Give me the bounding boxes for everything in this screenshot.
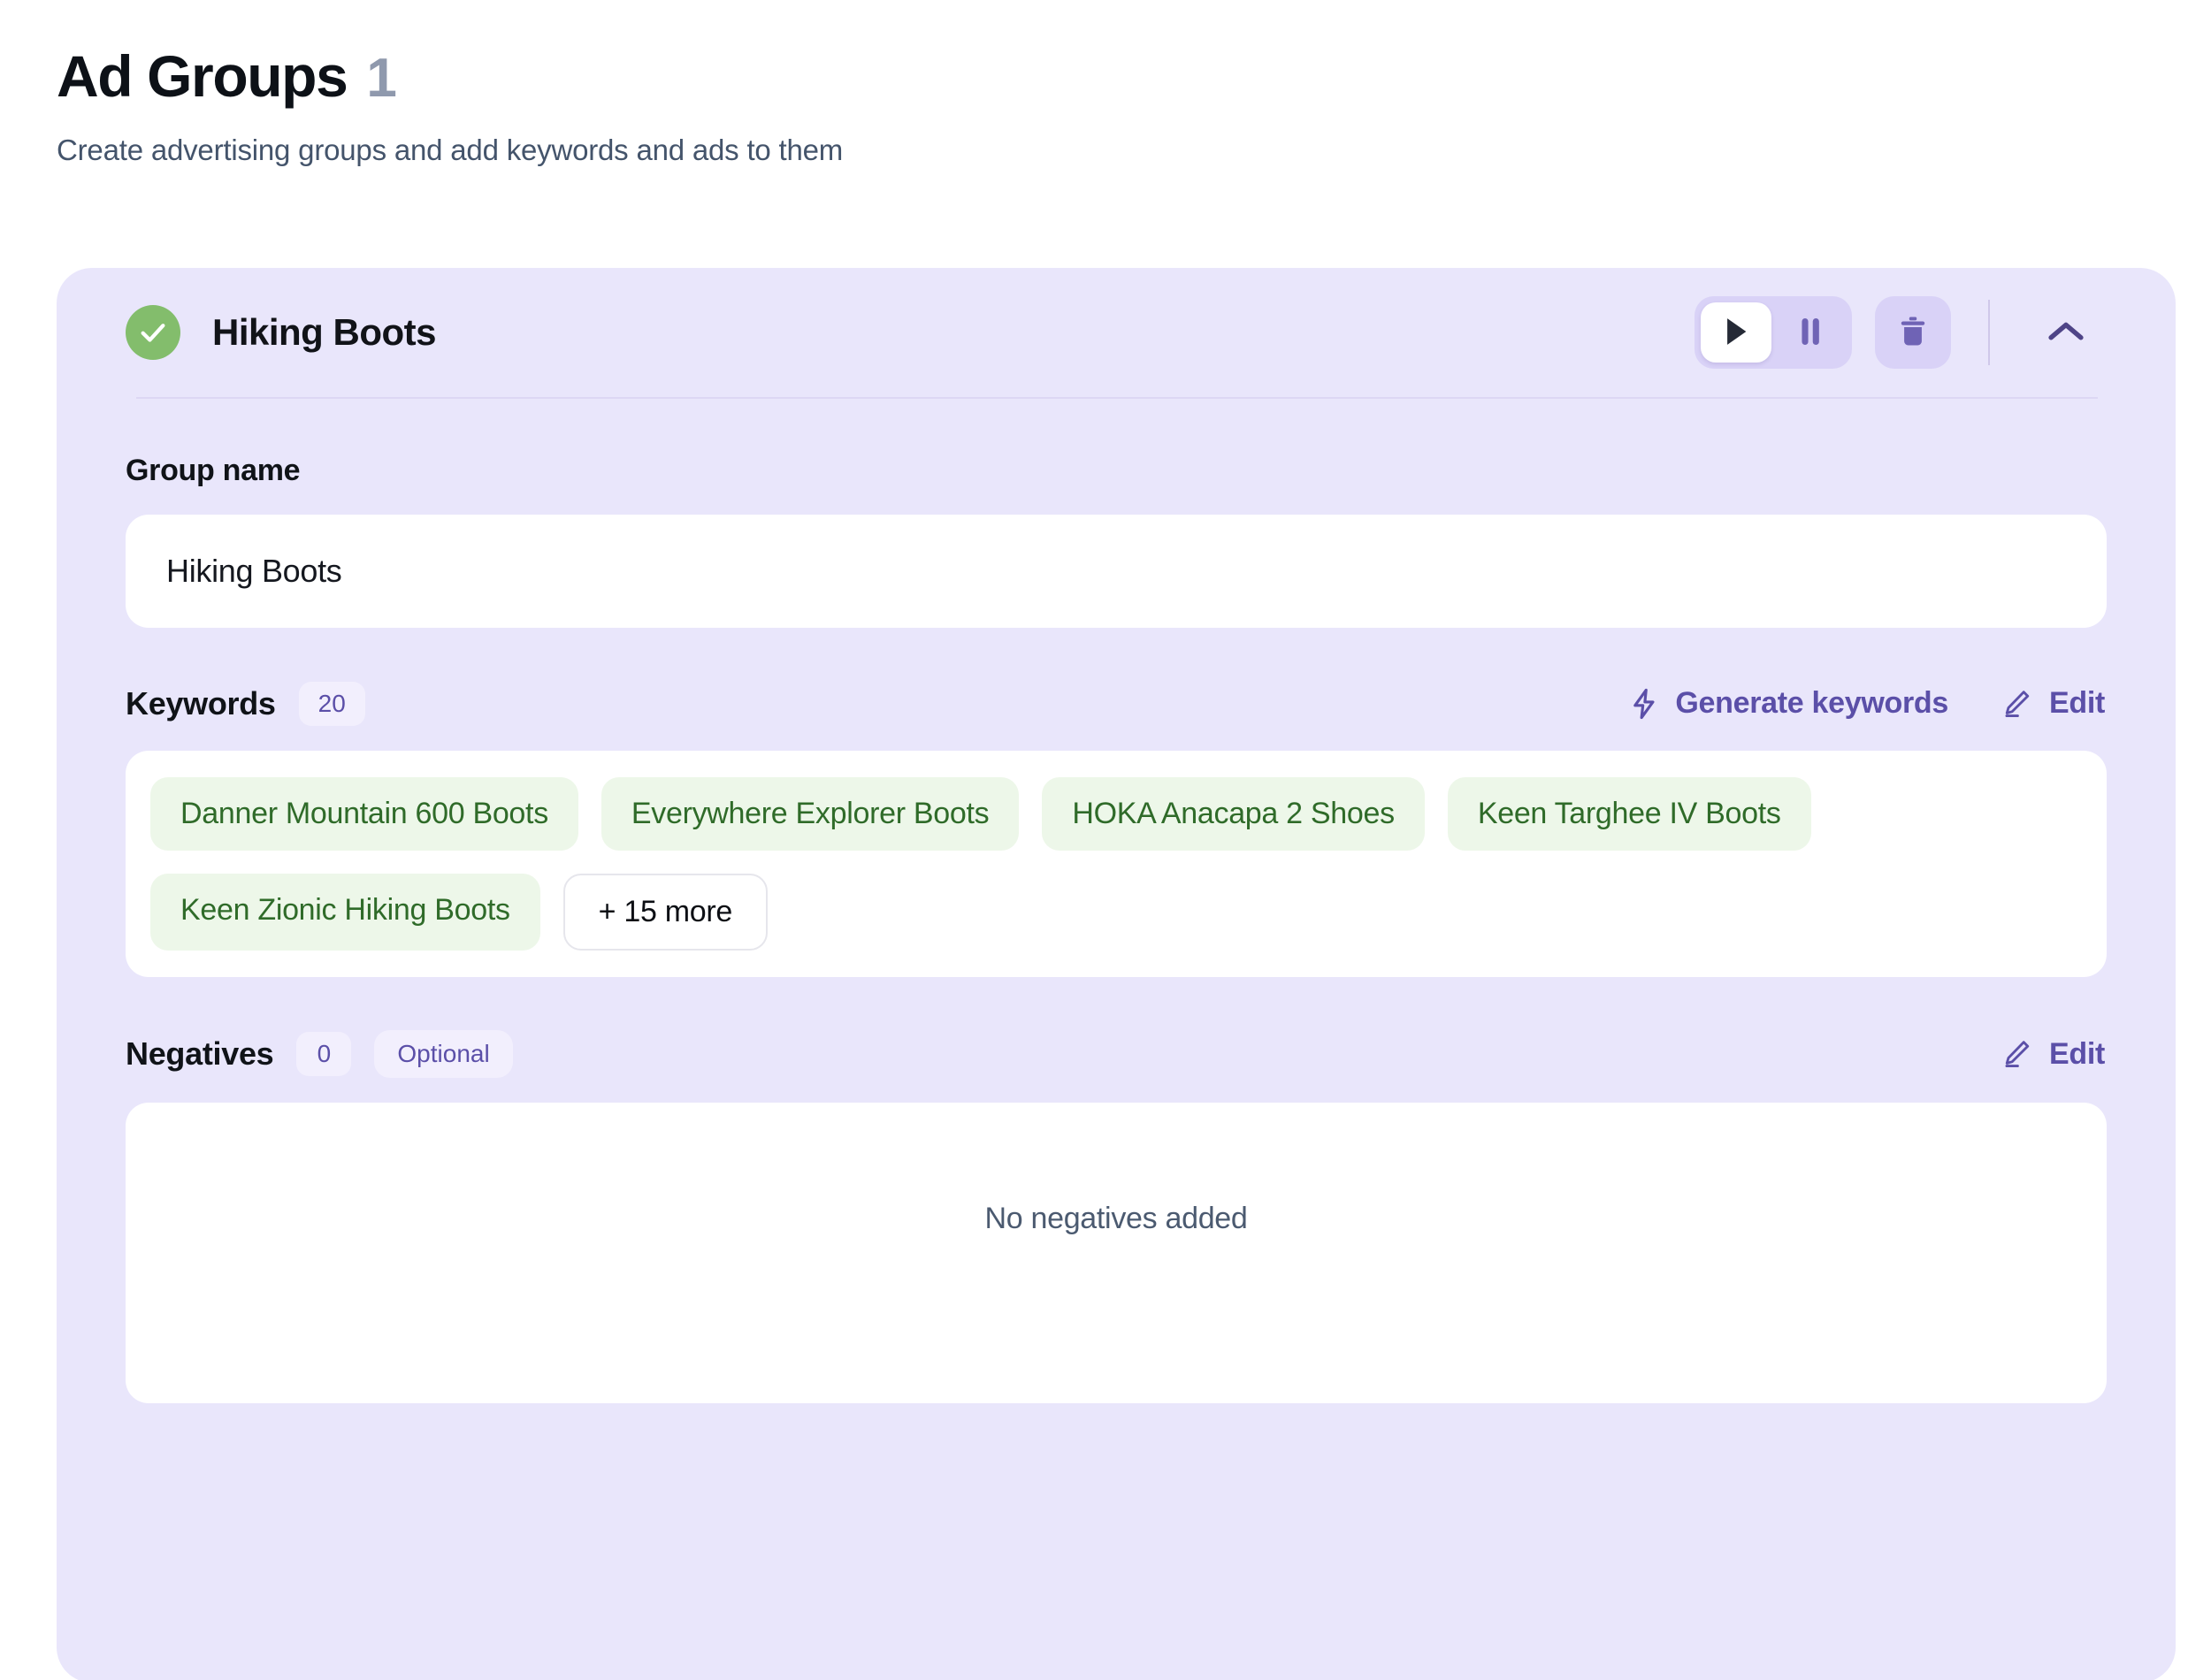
page-header: Ad Groups 1 Create advertising groups an… <box>0 0 2211 167</box>
negatives-count-badge: 0 <box>296 1032 352 1076</box>
negatives-title-group: Negatives 0 Optional <box>126 1030 513 1078</box>
group-name-label: Group name <box>126 454 301 487</box>
negatives-optional-badge: Optional <box>374 1030 513 1078</box>
edit-keywords-label: Edit <box>2048 686 2105 720</box>
check-circle-icon <box>126 305 180 360</box>
edit-negatives-label: Edit <box>2048 1036 2105 1071</box>
negatives-empty-container: No negatives added <box>126 1103 2107 1403</box>
ad-group-card-header: Hiking Boots <box>126 268 2107 397</box>
ad-group-title: Hiking Boots <box>212 311 437 353</box>
ad-group-identity: Hiking Boots <box>126 305 437 360</box>
chevron-up-icon <box>2047 318 2085 347</box>
pause-button[interactable] <box>1775 302 1846 363</box>
page-subtitle: Create advertising groups and add keywor… <box>57 134 844 167</box>
negatives-empty-text: No negatives added <box>984 1202 1248 1235</box>
ad-group-card: Hiking Boots Group name Hiking Boots Key… <box>57 268 2176 1680</box>
trash-icon <box>1897 315 1929 351</box>
page-title: Ad Groups 1 <box>57 43 2211 109</box>
keyword-chip[interactable]: HOKA Anacapa 2 Shoes <box>1042 777 1425 851</box>
page-title-text: Ad Groups <box>57 43 348 109</box>
keywords-count-badge: 20 <box>298 681 365 726</box>
keywords-show-more-button[interactable]: + 15 more <box>562 874 769 951</box>
play-pause-toggle-group <box>1695 296 1852 369</box>
pencil-icon <box>2001 689 2031 719</box>
pause-icon <box>1797 316 1824 350</box>
lightning-bolt-icon <box>1631 688 1657 720</box>
keyword-chip[interactable]: Danner Mountain 600 Boots <box>150 777 578 851</box>
delete-group-button[interactable] <box>1875 296 1951 369</box>
collapse-group-button[interactable] <box>2027 297 2105 368</box>
play-icon <box>1721 315 1751 351</box>
keywords-title-group: Keywords 20 <box>126 681 365 726</box>
ad-group-actions <box>1695 296 2105 369</box>
pencil-icon <box>2001 1039 2031 1069</box>
generate-keywords-button[interactable]: Generate keywords <box>1629 681 1950 726</box>
generate-keywords-label: Generate keywords <box>1675 686 1948 720</box>
keywords-chip-container: Danner Mountain 600 Boots Everywhere Exp… <box>126 751 2107 977</box>
negatives-label: Negatives <box>126 1035 274 1072</box>
keyword-chip[interactable]: Everywhere Explorer Boots <box>601 777 1020 851</box>
ad-groups-count: 1 <box>366 48 396 109</box>
negatives-section-header: Negatives 0 Optional Edit <box>126 1030 2107 1078</box>
keywords-section-header: Keywords 20 Generate keywords Edit <box>126 681 2107 726</box>
ad-groups-page: Ad Groups 1 Create advertising groups an… <box>0 0 2211 1680</box>
action-divider <box>1988 300 1990 365</box>
keywords-actions: Generate keywords Edit <box>1629 681 2107 726</box>
keyword-chip[interactable]: Keen Zionic Hiking Boots <box>150 874 540 951</box>
edit-keywords-button[interactable]: Edit <box>2000 681 2107 726</box>
keywords-label: Keywords <box>126 684 276 722</box>
negatives-actions: Edit <box>2000 1032 2107 1077</box>
play-button[interactable] <box>1701 302 1771 363</box>
group-name-input[interactable] <box>126 515 2107 628</box>
edit-negatives-button[interactable]: Edit <box>2000 1032 2107 1077</box>
group-name-field-block: Group name <box>126 399 2107 628</box>
keyword-chip[interactable]: Keen Targhee IV Boots <box>1447 777 1811 851</box>
